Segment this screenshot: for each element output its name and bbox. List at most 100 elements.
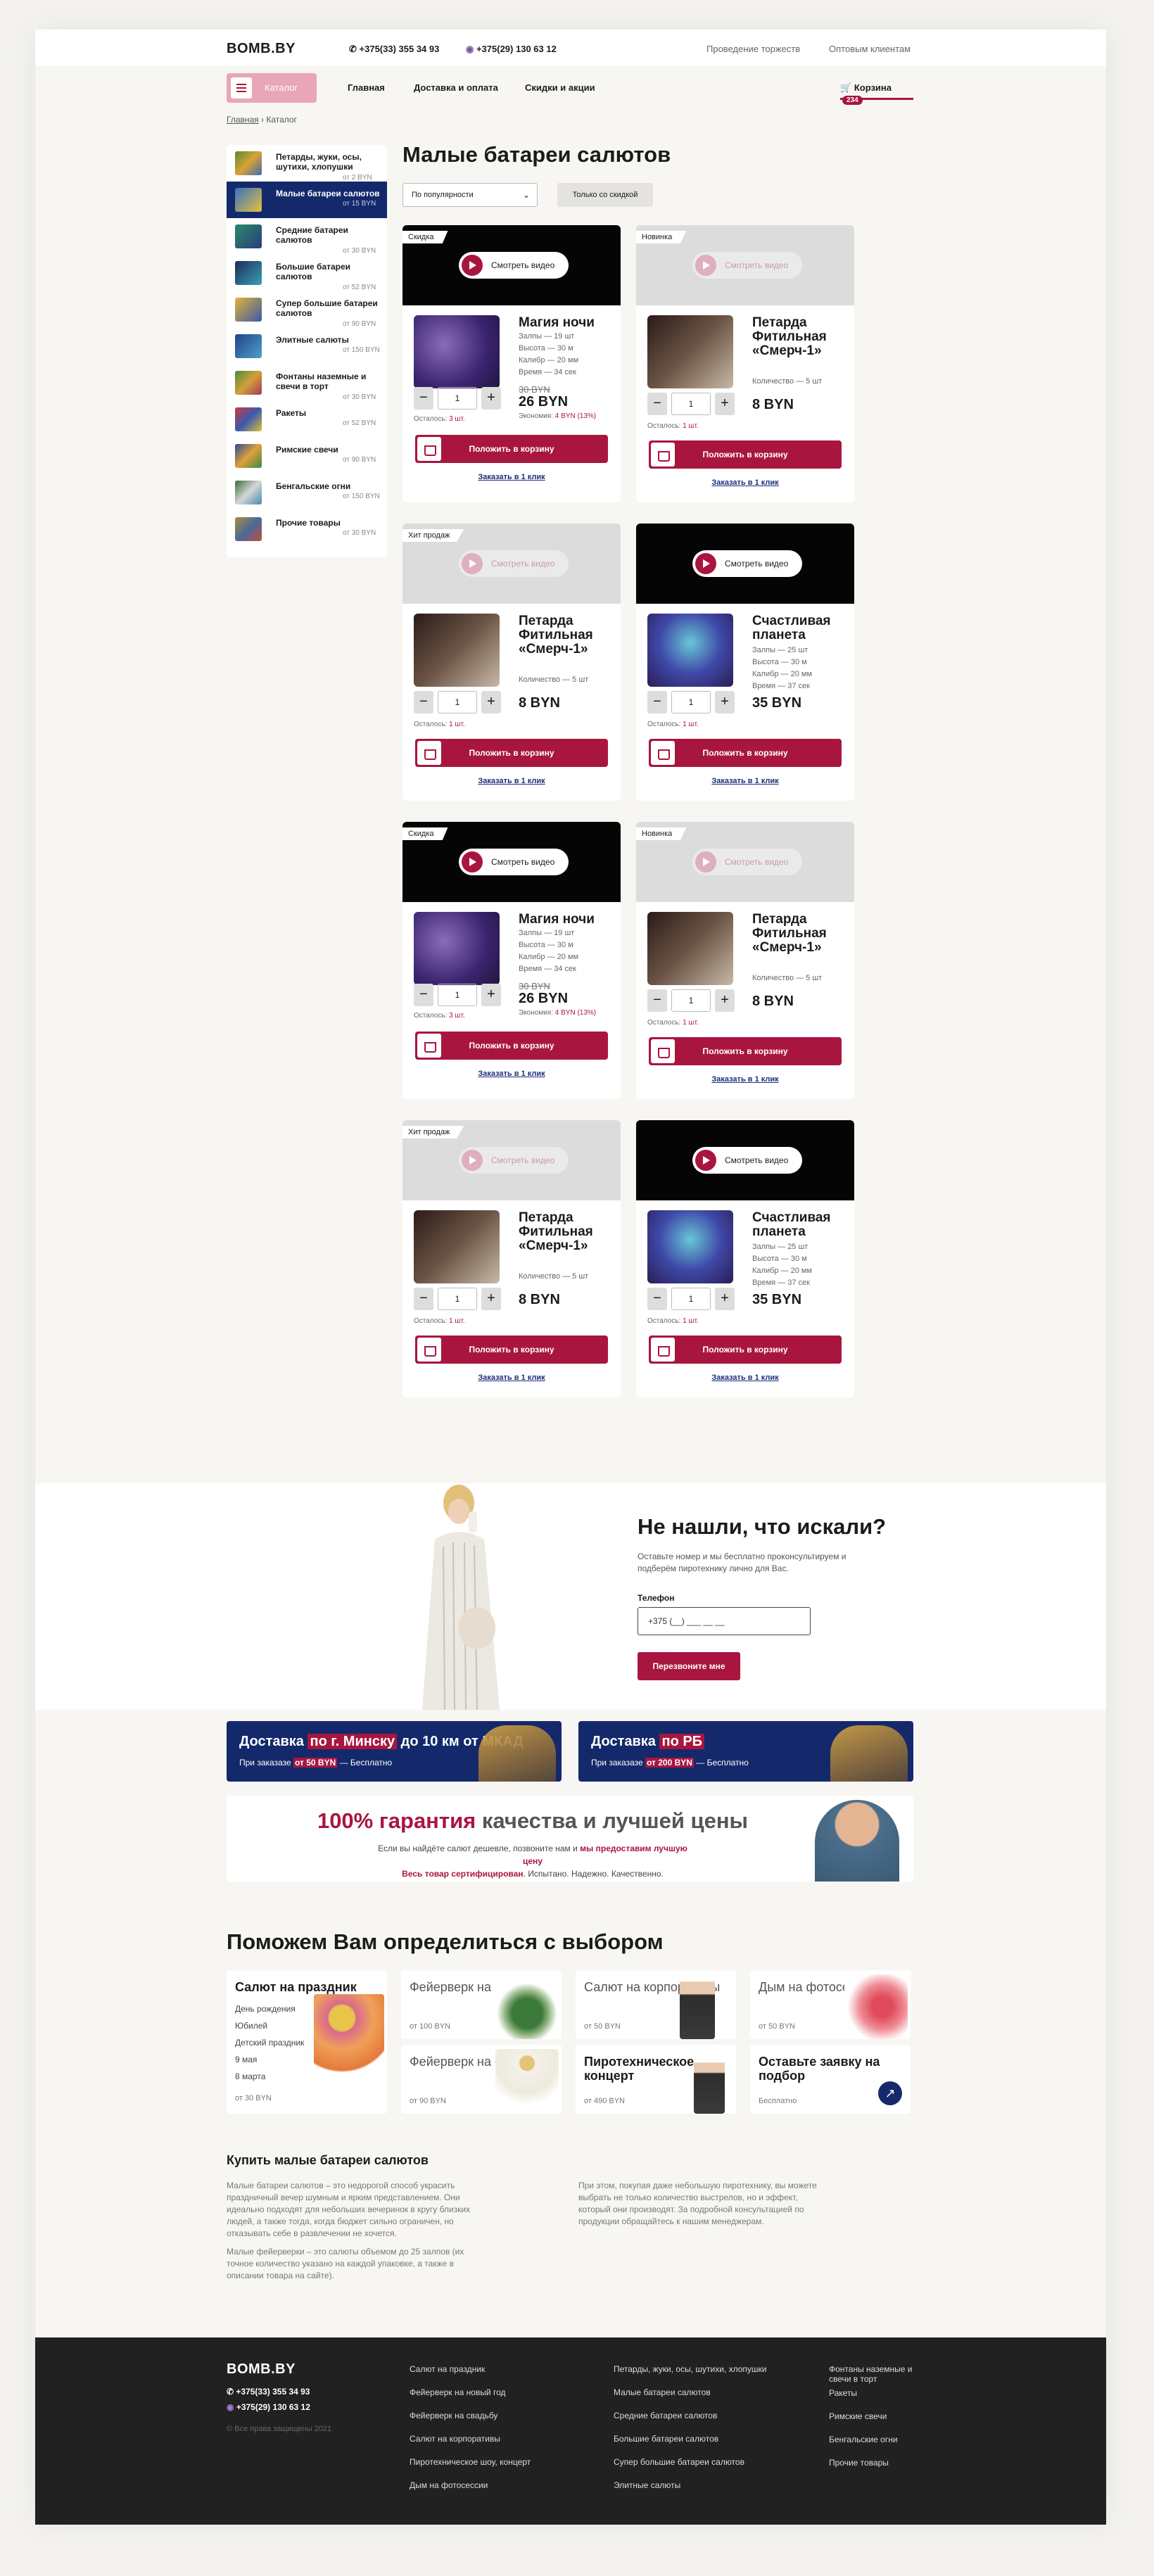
- tile-newyear[interactable]: Фейерверк на новый год от 100 BYN: [401, 1970, 562, 2039]
- plus-button[interactable]: +: [481, 691, 501, 713]
- sort-select[interactable]: По популярности ⌄: [402, 183, 538, 207]
- nav-sales[interactable]: Скидки и акции: [525, 82, 595, 93]
- watch-video-button[interactable]: Смотреть видео: [459, 1147, 569, 1174]
- one-click-order-link[interactable]: Заказать в 1 клик: [636, 478, 854, 487]
- plus-button[interactable]: +: [715, 989, 735, 1012]
- sidebar-item-fountains[interactable]: Фонтаны наземные и свечи в торт от 30 BYN: [227, 364, 387, 401]
- footer-link[interactable]: Салют на корпоративы: [410, 2434, 592, 2444]
- plus-button[interactable]: +: [481, 984, 501, 1006]
- footer-link[interactable]: Фонтаны наземные и свечи в торт: [829, 2364, 913, 2384]
- quantity-input[interactable]: 1: [438, 984, 477, 1006]
- footer-link[interactable]: Элитные салюты: [614, 2480, 797, 2490]
- footer-link[interactable]: Бенгальские огни: [829, 2435, 913, 2444]
- minus-button[interactable]: −: [647, 989, 667, 1012]
- callback-button[interactable]: Перезвоните мне: [638, 1652, 740, 1680]
- footer-phone-1[interactable]: ✆ +375(33) 355 34 93: [227, 2387, 310, 2397]
- plus-button[interactable]: +: [481, 1288, 501, 1310]
- add-to-cart-button[interactable]: Положить в корзину: [415, 1335, 608, 1364]
- arrow-icon[interactable]: ↗: [878, 2081, 902, 2105]
- product-image[interactable]: [647, 1210, 733, 1283]
- footer-logo[interactable]: BOMB.BY: [227, 2361, 296, 2378]
- minus-button[interactable]: −: [414, 984, 433, 1006]
- phone-link-1[interactable]: ✆ +375(33) 355 34 93: [349, 44, 439, 55]
- product-name[interactable]: Магия ночи: [519, 913, 617, 927]
- add-to-cart-button[interactable]: Положить в корзину: [415, 1032, 608, 1060]
- tile-request[interactable]: Оставьте заявку на подбор Бесплатно ↗: [750, 2045, 911, 2114]
- footer-link[interactable]: Малые батареи салютов: [614, 2387, 797, 2397]
- tile-corporate[interactable]: Салют на корпоративы от 50 BYN: [576, 1970, 736, 2039]
- breadcrumb-home[interactable]: Главная: [227, 115, 259, 125]
- footer-link[interactable]: Петарды, жуки, осы, шутихи, хлопушки: [614, 2364, 797, 2374]
- one-click-order-link[interactable]: Заказать в 1 клик: [636, 1075, 854, 1084]
- quantity-input[interactable]: 1: [438, 1288, 477, 1310]
- plus-button[interactable]: +: [715, 393, 735, 415]
- footer-phone-2[interactable]: ◉ +375(29) 130 63 12: [227, 2402, 310, 2412]
- one-click-order-link[interactable]: Заказать в 1 клик: [636, 777, 854, 785]
- product-image[interactable]: [414, 315, 500, 388]
- product-image[interactable]: [647, 614, 733, 687]
- watch-video-button[interactable]: Смотреть видео: [459, 252, 569, 279]
- sidebar-item-large-batteries[interactable]: Большие батареи салютов от 52 BYN: [227, 255, 387, 291]
- sidebar-item-roman-candles[interactable]: Римские свечи от 90 BYN: [227, 438, 387, 474]
- tile-show[interactable]: Пиротехническое шоу, концерт от 490 BYN: [576, 2045, 736, 2114]
- footer-link[interactable]: Пиротехническое шоу, концерт: [410, 2457, 592, 2467]
- logo[interactable]: BOMB.BY: [227, 41, 296, 57]
- watch-video-button[interactable]: Смотреть видео: [459, 849, 569, 875]
- link-wholesale[interactable]: Оптовым клиентам: [829, 44, 911, 54]
- sidebar-item-elite[interactable]: Элитные салюты от 150 BYN: [227, 328, 387, 364]
- minus-button[interactable]: −: [414, 691, 433, 713]
- sidebar-item-other[interactable]: Прочие товары от 30 BYN: [227, 511, 387, 547]
- sidebar-item-sparklers[interactable]: Бенгальские огни от 150 BYN: [227, 474, 387, 511]
- product-image[interactable]: [647, 912, 733, 985]
- product-image[interactable]: [414, 1210, 500, 1283]
- add-to-cart-button[interactable]: Положить в корзину: [649, 739, 842, 767]
- footer-link[interactable]: Супер большие батареи салютов: [614, 2457, 797, 2467]
- one-click-order-link[interactable]: Заказать в 1 клик: [402, 777, 621, 785]
- link-events[interactable]: Проведение торжеств: [706, 44, 800, 54]
- footer-link[interactable]: Фейерверк на свадьбу: [410, 2411, 592, 2420]
- nav-main[interactable]: Главная: [348, 82, 385, 93]
- phone-link-2[interactable]: ◉ +375(29) 130 63 12: [466, 44, 557, 55]
- add-to-cart-button[interactable]: Положить в корзину: [415, 435, 608, 463]
- watch-video-button[interactable]: Смотреть видео: [692, 550, 802, 577]
- add-to-cart-button[interactable]: Положить в корзину: [649, 1037, 842, 1065]
- one-click-order-link[interactable]: Заказать в 1 клик: [636, 1373, 854, 1382]
- footer-link[interactable]: Прочие товары: [829, 2458, 913, 2468]
- footer-link[interactable]: Средние батареи салютов: [614, 2411, 797, 2420]
- sidebar-item-small-batteries[interactable]: Малые батареи салютов от 15 BYN: [227, 182, 387, 218]
- plus-button[interactable]: +: [481, 387, 501, 410]
- footer-link[interactable]: Дым на фотосессии: [410, 2480, 592, 2490]
- tile-wedding[interactable]: Фейерверк на свадьбу от 90 BYN: [401, 2045, 562, 2114]
- sidebar-item-super-batteries[interactable]: Супер большие батареи салютов от 90 BYN: [227, 291, 387, 328]
- footer-link[interactable]: Римские свечи: [829, 2411, 913, 2421]
- minus-button[interactable]: −: [414, 1288, 433, 1310]
- product-name[interactable]: Счастливая планета: [752, 614, 851, 642]
- product-name[interactable]: Петарда Фитильная «Смерч-1»: [519, 1211, 617, 1253]
- quantity-input[interactable]: 1: [438, 387, 477, 410]
- one-click-order-link[interactable]: Заказать в 1 клик: [402, 1373, 621, 1382]
- footer-link[interactable]: Фейерверк на новый год: [410, 2387, 592, 2397]
- catalog-button[interactable]: Каталог: [227, 73, 317, 103]
- product-name[interactable]: Счастливая планета: [752, 1211, 851, 1239]
- watch-video-button[interactable]: Смотреть видео: [459, 550, 569, 577]
- quantity-input[interactable]: 1: [671, 1288, 711, 1310]
- product-name[interactable]: Магия ночи: [519, 316, 617, 330]
- product-image[interactable]: [414, 912, 500, 985]
- plus-button[interactable]: +: [715, 1288, 735, 1310]
- quantity-input[interactable]: 1: [671, 691, 711, 713]
- discount-only-toggle[interactable]: Только со скидкой: [557, 183, 653, 207]
- sidebar-item-rockets[interactable]: Ракеты от 52 BYN: [227, 401, 387, 438]
- add-to-cart-button[interactable]: Положить в корзину: [415, 739, 608, 767]
- minus-button[interactable]: −: [647, 1288, 667, 1310]
- watch-video-button[interactable]: Смотреть видео: [692, 252, 802, 279]
- add-to-cart-button[interactable]: Положить в корзину: [649, 1335, 842, 1364]
- quantity-input[interactable]: 1: [671, 393, 711, 415]
- watch-video-button[interactable]: Смотреть видео: [692, 849, 802, 875]
- footer-link[interactable]: Ракеты: [829, 2388, 913, 2398]
- quantity-input[interactable]: 1: [671, 989, 711, 1012]
- minus-button[interactable]: −: [414, 387, 433, 410]
- one-click-order-link[interactable]: Заказать в 1 клик: [402, 1070, 621, 1078]
- footer-link[interactable]: Салют на праздник: [410, 2364, 592, 2374]
- quantity-input[interactable]: 1: [438, 691, 477, 713]
- cart-link[interactable]: 🛒 Корзина234: [840, 76, 913, 105]
